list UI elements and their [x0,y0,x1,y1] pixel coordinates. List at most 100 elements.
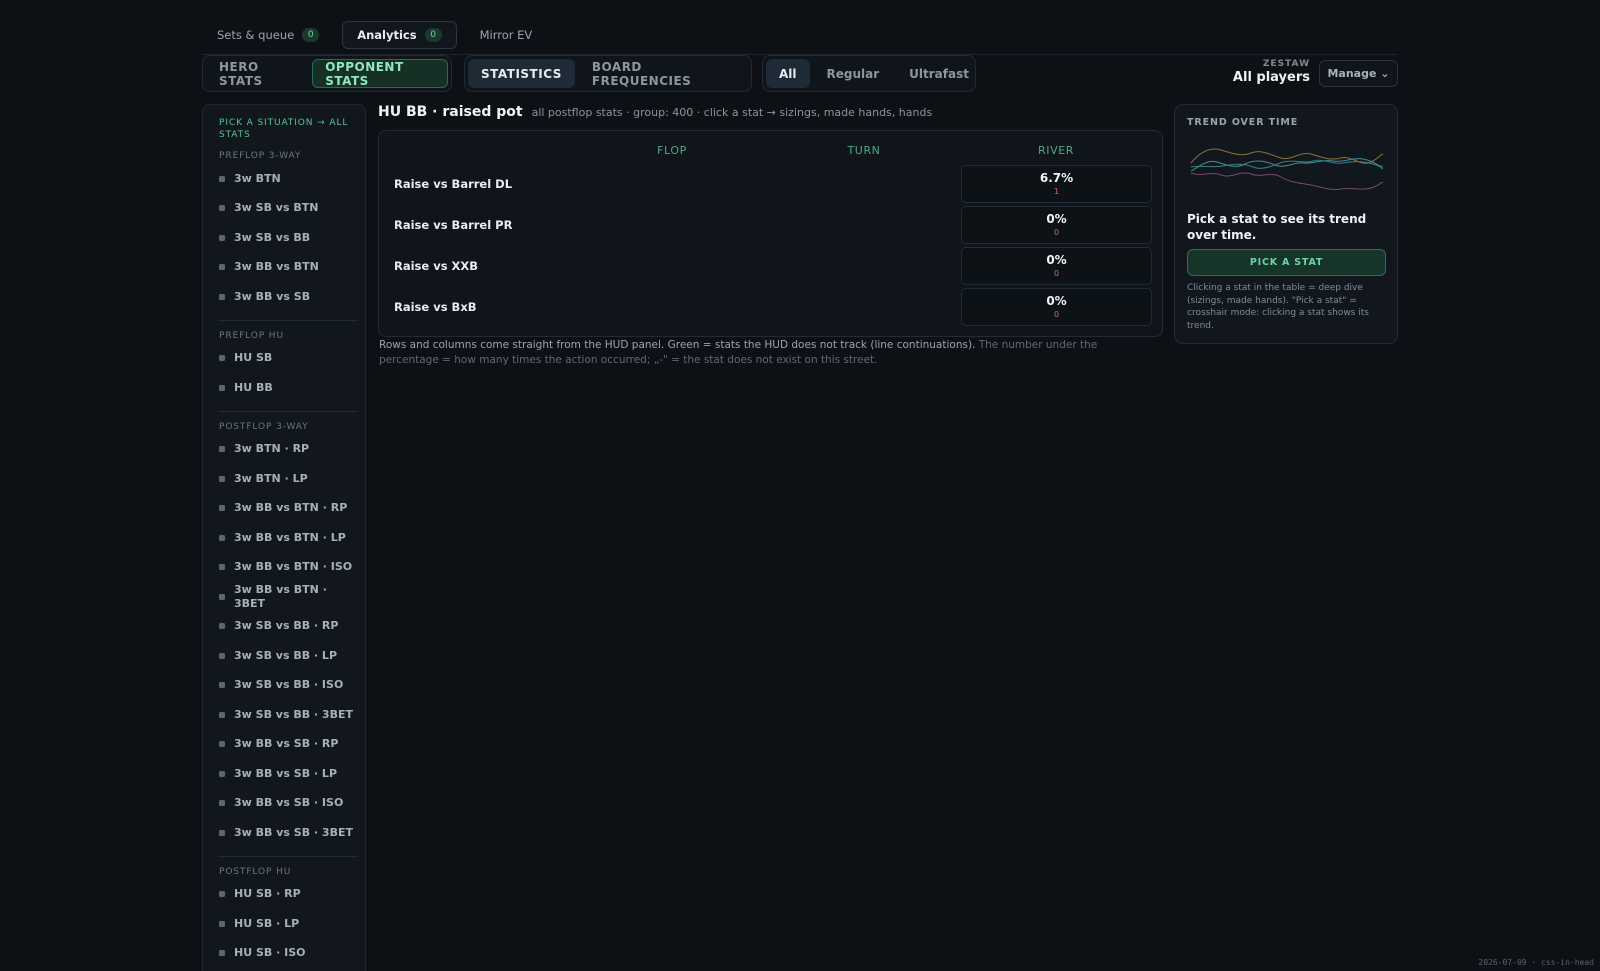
sidebar-item-label: 3w BB vs SB · ISO [234,796,344,810]
stat-cell-river[interactable]: 0% 0 [961,288,1152,326]
sidebar-divider [218,855,358,857]
stat-percentage: 6.7% [1039,171,1074,185]
bullet-icon [219,829,225,836]
sidebar-item[interactable]: 3w BTN [219,164,365,194]
sidebar-item-label: 3w BB vs BTN [234,260,319,274]
stat-cell-river[interactable]: 0% 0 [961,206,1152,244]
tab-label: Mirror EV [479,28,533,42]
player-set-label: ZESTAW [1262,59,1310,69]
stats-table: FLOP TURN RIVER Raise vs Barrel DL · · 6.7%… [378,130,1163,337]
sidebar-item[interactable]: 3w BTN · LP [219,464,365,494]
tab-mirror-ev[interactable]: Mirror EV [465,21,548,49]
sparkline-series [1190,172,1384,190]
sidebar-item[interactable]: HU BB [219,373,365,403]
speed-all-button[interactable]: All [766,59,810,88]
sidebar-item[interactable]: 3w BB vs SB [219,282,365,312]
footnote-main: Rows and columns come straight from the … [379,339,976,351]
bullet-icon [219,682,225,689]
sidebar-item-label: 3w SB vs BB [234,230,311,244]
page-subtitle: all postflop stats · group: 400 · click … [531,106,933,119]
column-header-river: RIVER [1037,144,1074,157]
sidebar-item-label: 3w SB vs BTN [234,201,319,215]
count-badge: 0 [424,28,442,42]
speed-regular-button[interactable]: Regular [814,59,893,88]
footer-stamp: 2026-07-09 · css-in-head [1478,958,1594,967]
bullet-icon [219,264,225,271]
sidebar-divider [218,410,358,412]
sidebar-item-label: 3w SB vs BB · LP [234,648,338,662]
bullet-icon [219,293,225,300]
sidebar-item[interactable]: HU SB · ISO [219,939,365,969]
trend-sparkline [1190,148,1384,190]
sidebar-item[interactable]: 3w SB vs BB · LP [219,641,365,671]
statistics-tab[interactable]: STATISTICS [468,59,575,88]
sidebar-item[interactable]: 3w SB vs BB [219,223,365,253]
bullet-icon [219,920,225,927]
bullet-icon [219,711,225,718]
speed-ultrafast-button[interactable]: Ultrafast [896,59,982,88]
sidebar-item[interactable]: 3w BTN · RP [219,435,365,465]
manage-button[interactable]: Manage ⌄ [1319,60,1398,87]
page-title: HU BB · raised pot [378,104,523,120]
hero-stats-button[interactable]: HERO STATS [206,59,308,88]
bullet-icon [219,505,225,512]
bullet-icon [219,534,225,541]
top-tabs: Sets & queue 0 Analytics 0 Mirror EV [202,21,547,49]
sidebar-item-label: 3w BB vs SB [234,289,311,303]
sidebar-item[interactable]: 3w BB vs BTN [219,253,365,283]
sidebar-item-label: 3w BTN · LP [234,471,308,485]
sidebar-item-label: 3w SB vs BB · 3BET [234,707,353,721]
sidebar-item[interactable]: 3w BB vs BTN · ISO [219,553,365,583]
sidebar-item-label: 3w BTN · RP [234,442,310,456]
stat-count: 0 [1053,310,1060,319]
sidebar-group-title: POSTFLOP HU [219,866,292,877]
sidebar-item-label: 3w SB vs BB · ISO [234,678,344,692]
stat-percentage: 0% [1046,294,1067,308]
bullet-icon [219,623,225,630]
sidebar-item[interactable]: HU SB · RP [219,880,365,910]
sidebar-item-label: 3w BB vs SB · LP [234,766,338,780]
sidebar-item-label: HU SB [234,351,273,365]
sidebar-item[interactable]: HU SB · LP [219,909,365,939]
tab-label: Analytics [357,28,417,42]
column-header-turn: TURN [847,144,881,157]
pick-stat-button[interactable]: PICK A STAT [1187,249,1386,276]
sidebar-item-label: 3w BB vs BTN · 3BET [234,582,327,610]
sidebar-item[interactable]: 3w BB vs SB · LP [219,759,365,789]
trend-title: TREND OVER TIME [1187,117,1299,128]
table-footnote: Rows and columns come straight from the … [379,338,1159,368]
tab-analytics[interactable]: Analytics 0 [342,21,457,49]
bullet-icon [219,355,225,362]
sidebar-item-label: HU SB · LP [234,916,300,930]
stat-row-label: Raise vs Barrel PR [394,218,513,232]
stat-cell-river[interactable]: 0% 0 [961,247,1152,285]
situation-header: HU BB · raised pot all postflop stats · … [378,104,932,120]
sidebar-item[interactable]: 3w BB vs SB · 3BET [219,818,365,848]
sidebar-item-label: 3w BB vs BTN · RP [234,501,348,515]
sidebar-item[interactable]: HU SB [219,344,365,374]
sidebar-item[interactable]: 3w SB vs BB · 3BET [219,700,365,730]
sidebar-item[interactable]: 3w BB vs BTN · 3BET [219,582,365,612]
sidebar-group-title: POSTFLOP 3-WAY [219,421,309,432]
stat-percentage: 0% [1046,253,1067,267]
sidebar-item[interactable]: 3w BB vs SB · RP [219,730,365,760]
sidebar-item-label: 3w BB vs SB · 3BET [234,825,353,839]
sidebar-item[interactable]: 3w BB vs BTN · LP [219,523,365,553]
sidebar-item[interactable]: 3w BB vs BTN · RP [219,494,365,524]
player-set-name: All players [1232,70,1310,85]
trend-prompt: Pick a stat to see its trend over time. [1187,212,1367,242]
stat-cell-river[interactable]: 6.7% 1 [961,165,1152,203]
sidebar-item[interactable]: 3w SB vs BB · ISO [219,671,365,701]
hero-opponent-switch: HERO STATS OPPONENT STATS [202,55,452,92]
filter-row: HERO STATS OPPONENT STATS STATISTICS BOA… [202,55,1398,92]
tab-sets-queue[interactable]: Sets & queue 0 [202,21,334,49]
stat-percentage: 0% [1046,212,1067,226]
opponent-stats-button[interactable]: OPPONENT STATS [312,59,448,88]
bullet-icon [219,652,225,659]
sidebar-item[interactable]: 3w BB vs SB · ISO [219,789,365,819]
board-frequencies-tab[interactable]: BOARD FREQUENCIES [579,59,748,88]
sidebar-item[interactable]: 3w SB vs BTN [219,194,365,224]
column-header-flop: FLOP [657,144,687,157]
situation-sidebar: PICK A SITUATION → ALL STATS PREFLOP 3-W… [202,104,366,971]
sidebar-item[interactable]: 3w SB vs BB · RP [219,612,365,642]
